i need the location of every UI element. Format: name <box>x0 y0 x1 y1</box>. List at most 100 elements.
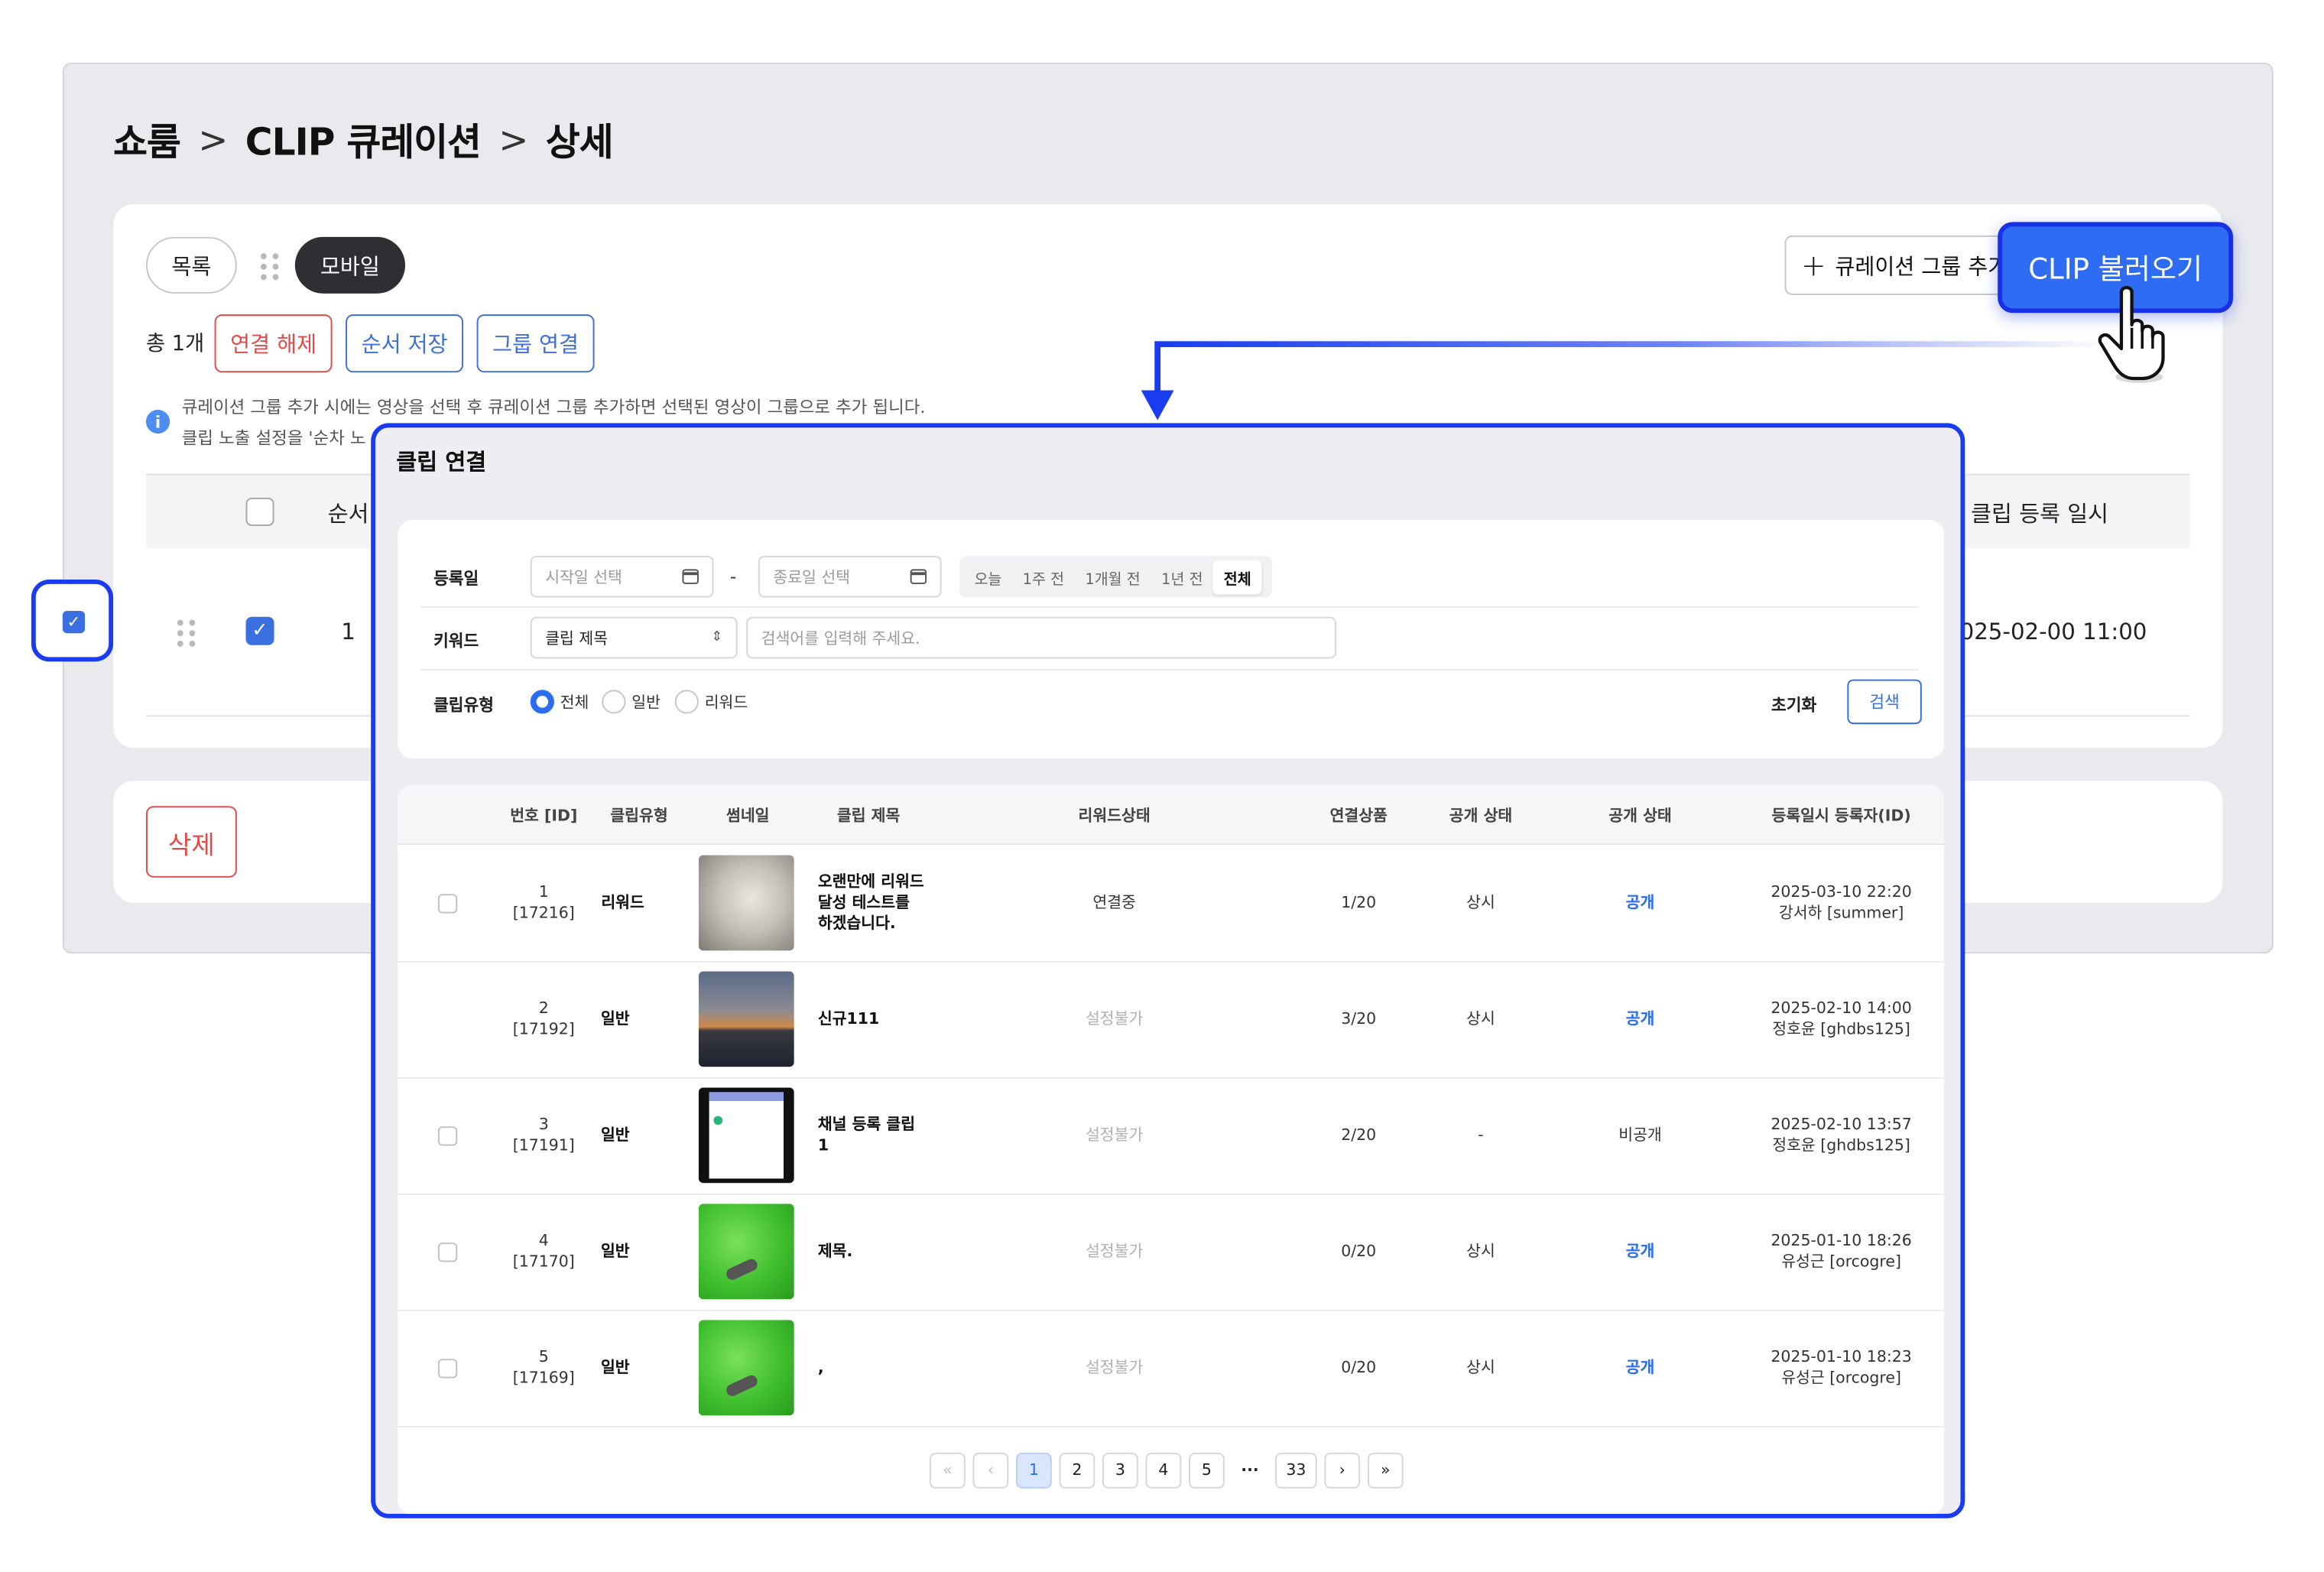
reset-button[interactable]: 초기화 <box>1771 693 1816 716</box>
range-1-week[interactable]: 1주 전 <box>1012 560 1075 594</box>
table-row[interactable]: 2 [17192] 일반 신규111 설정불가 3/20 상시 공개 2025-… <box>398 963 1945 1079</box>
drag-handle-icon[interactable] <box>261 253 279 281</box>
row-drag-handle-icon[interactable] <box>177 619 196 647</box>
row-visibility-period: 상시 <box>1466 1010 1495 1028</box>
row-visibility-status: 공개 <box>1625 1359 1655 1377</box>
first-page-button[interactable]: « <box>929 1452 966 1489</box>
type-radio-all[interactable]: 전체 <box>530 690 589 714</box>
row-number: 3 <box>538 1116 549 1134</box>
row-checkbox[interactable] <box>437 1242 458 1262</box>
page-button-1[interactable]: 1 <box>1016 1452 1052 1489</box>
row-registered-date: 2025-02-10 14:00 <box>1771 999 1912 1018</box>
type-reward-label: 리워드 <box>704 693 748 712</box>
page-button-3[interactable]: 3 <box>1102 1452 1138 1489</box>
start-date-input[interactable]: 시작일 선택 <box>530 555 714 598</box>
row-clip-title[interactable]: 오랜만에 리워드 달성 테스트를 하겠습니다. <box>818 872 925 934</box>
row-linked-products: 3/20 <box>1341 1010 1377 1028</box>
row-visibility-status: 공개 <box>1625 1242 1655 1261</box>
updown-chevron-icon: ⇕ <box>711 630 723 645</box>
clip-thumbnail[interactable] <box>698 1203 794 1300</box>
next-page-button[interactable]: › <box>1324 1452 1361 1489</box>
row-checkbox[interactable] <box>437 1359 458 1379</box>
clip-type-label: 클립유형 <box>433 696 494 716</box>
row-id: [17192] <box>512 1020 575 1039</box>
row-checkbox-checked[interactable]: ✓ <box>245 616 274 645</box>
column-visibility-status: 공개 상태 <box>1608 807 1672 826</box>
row-number: 2 <box>538 999 549 1018</box>
row-clip-title[interactable]: 신규111 <box>818 1008 925 1029</box>
breadcrumb-detail: 상세 <box>545 120 614 164</box>
clip-thumbnail[interactable] <box>698 855 794 951</box>
row-id: [17170] <box>512 1252 575 1272</box>
radio-selected-icon <box>530 690 554 714</box>
row-visibility-status: 비공개 <box>1618 1126 1662 1145</box>
keyword-placeholder: 검색어를 입력해 주세요. <box>761 629 920 648</box>
row-visibility-period: 상시 <box>1466 894 1495 912</box>
row-registered-user: 정호윤 [ghdbs125] <box>1772 1136 1910 1155</box>
row-number: 4 <box>538 1232 549 1250</box>
row-linked-products: 0/20 <box>1341 1359 1377 1377</box>
tab-list[interactable]: 목록 <box>145 236 237 294</box>
type-radio-reward[interactable]: 리워드 <box>674 690 748 714</box>
thumbnail-screen <box>709 1092 784 1179</box>
breadcrumb-clip-curation[interactable]: CLIP 큐레이션 <box>245 113 482 167</box>
save-order-button[interactable]: 순서 저장 <box>346 314 464 373</box>
table-row[interactable]: 3 [17191] 일반 채널 등록 클립 1 설정불가 2/20 - 비공개 … <box>398 1079 1945 1195</box>
row-reward-status: 설정불가 <box>1085 1126 1144 1145</box>
table-header: 번호 [ID] 클립유형 썸네일 클립 제목 리워드상태 연결상품 공개 상태 … <box>398 784 1945 845</box>
table-row[interactable]: 5 [17169] 일반 , 설정불가 0/20 상시 공개 2025-01-1… <box>398 1311 1945 1427</box>
row-checkbox[interactable] <box>437 894 458 914</box>
page-button-33[interactable]: 33 <box>1275 1452 1317 1489</box>
row-registered-date: 2025-02-10 13:57 <box>1771 1116 1912 1134</box>
row-linked-products: 0/20 <box>1341 1242 1377 1261</box>
prev-page-button[interactable]: ‹ <box>972 1452 1009 1489</box>
end-date-input[interactable]: 종료일 선택 <box>758 555 942 598</box>
delete-button[interactable]: 삭제 <box>145 806 237 878</box>
row-reward-status: 설정불가 <box>1085 1359 1144 1377</box>
clip-thumbnail[interactable] <box>698 971 794 1067</box>
keyword-search-input[interactable]: 검색어를 입력해 주세요. <box>746 616 1336 659</box>
page-button-5[interactable]: 5 <box>1189 1452 1225 1489</box>
row-clip-title[interactable]: , <box>818 1357 925 1378</box>
date-range-segment: 오늘 1주 전 1개월 전 1년 전 전체 <box>959 555 1273 598</box>
page-button-4[interactable]: 4 <box>1145 1452 1182 1489</box>
filter-panel: 등록일 시작일 선택 - 종료일 선택 오늘 1주 전 1개월 전 1년 전 전… <box>398 520 1945 758</box>
pagination: « ‹ 1 2 3 4 5 ··· 33 › » <box>929 1452 1404 1489</box>
modal-title: 클립 연결 <box>396 448 487 476</box>
column-clip-type: 클립유형 <box>610 807 668 826</box>
row-clip-title[interactable]: 채널 등록 클립 1 <box>818 1115 925 1157</box>
last-page-button[interactable]: » <box>1367 1452 1404 1489</box>
type-normal-label: 일반 <box>631 693 661 712</box>
column-number-id: 번호 [ID] <box>510 807 578 826</box>
clip-thumbnail[interactable] <box>698 1320 794 1416</box>
row-clip-type: 일반 <box>600 1242 630 1261</box>
table-row[interactable]: 1 [17216] 리워드 오랜만에 리워드 달성 테스트를 하겠습니다. 연결… <box>398 846 1945 963</box>
filter-divider <box>420 668 1919 671</box>
tab-mobile[interactable]: 모바일 <box>294 236 406 294</box>
keyword-type-select[interactable]: 클립 제목 ⇕ <box>530 616 738 659</box>
range-today[interactable]: 오늘 <box>964 560 1012 594</box>
breadcrumb-showroom[interactable]: 쇼룸 <box>113 113 181 167</box>
type-radio-normal[interactable]: 일반 <box>602 690 661 714</box>
table-row[interactable]: 4 [17170] 일반 제목. 설정불가 0/20 상시 공개 2025-01… <box>398 1195 1945 1311</box>
clip-thumbnail[interactable] <box>698 1087 794 1184</box>
search-button[interactable]: 검색 <box>1847 679 1922 725</box>
clip-table: 번호 [ID] 클립유형 썸네일 클립 제목 리워드상태 연결상품 공개 상태 … <box>398 784 1945 1514</box>
total-count: 총 1개 <box>145 332 205 356</box>
registration-date-label: 등록일 <box>433 569 479 589</box>
row-visibility-status: 공개 <box>1625 1010 1655 1028</box>
row-clip-title[interactable]: 제목. <box>818 1241 925 1262</box>
range-all[interactable]: 전체 <box>1213 559 1262 594</box>
disconnect-button[interactable]: 연결 해제 <box>214 314 333 373</box>
select-all-checkbox[interactable] <box>245 497 274 526</box>
row-reward-status: 연결중 <box>1092 894 1136 912</box>
range-1-month[interactable]: 1개월 전 <box>1075 560 1151 594</box>
range-1-year[interactable]: 1년 전 <box>1151 560 1213 594</box>
checkmark-icon: ✓ <box>62 610 86 634</box>
row-id: [17191] <box>512 1136 575 1155</box>
info-icon: i <box>145 409 170 434</box>
highlighted-row-checkbox[interactable]: ✓ <box>31 580 114 662</box>
group-link-button[interactable]: 그룹 연결 <box>476 314 595 373</box>
page-button-2[interactable]: 2 <box>1059 1452 1095 1489</box>
row-checkbox[interactable] <box>437 1126 458 1146</box>
